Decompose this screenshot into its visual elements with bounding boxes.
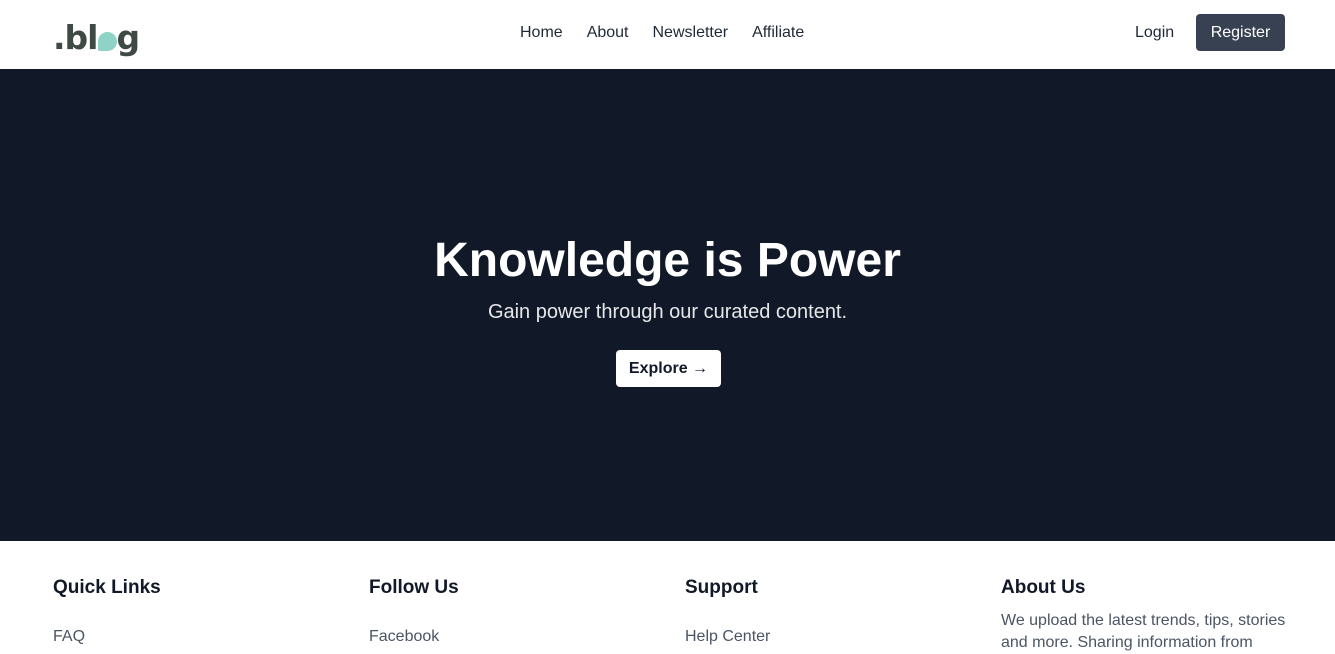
- footer-link-faq[interactable]: FAQ: [53, 626, 343, 648]
- about-us-title: About Us: [1001, 577, 1086, 598]
- support-title: Support: [685, 577, 758, 598]
- footer-quick-links: Quick Links FAQ: [53, 576, 343, 648]
- about-us-text: We upload the latest trends, tips, stori…: [1001, 612, 1286, 651]
- site-logo[interactable]: .bl g: [53, 10, 140, 57]
- hero-title: Knowledge is Power: [434, 234, 901, 287]
- hero-section: Knowledge is Power Gain power through ou…: [0, 69, 1335, 541]
- hero-subtitle: Gain power through our curated content.: [487, 301, 848, 323]
- logo-text-start: .bl: [53, 18, 98, 57]
- quick-links-title: Quick Links: [53, 577, 161, 598]
- login-link[interactable]: Login: [1135, 22, 1174, 44]
- logo-text-end: g: [116, 18, 140, 57]
- footer-link-facebook[interactable]: Facebook: [369, 626, 659, 648]
- footer-link-help-center[interactable]: Help Center: [685, 626, 975, 648]
- follow-us-title: Follow Us: [369, 577, 459, 598]
- footer-about-us: About Us We upload the latest trends, ti…: [1001, 576, 1291, 654]
- speech-bubble-icon: [98, 32, 118, 51]
- explore-button[interactable]: Explore →: [616, 350, 721, 387]
- nav-affiliate-link[interactable]: Affiliate: [752, 22, 804, 44]
- nav-about-link[interactable]: About: [587, 22, 629, 44]
- site-header: .bl g Home About Newsletter Affiliate Lo…: [0, 0, 1335, 69]
- footer-follow-us: Follow Us Facebook: [369, 576, 659, 648]
- main-nav: Home About Newsletter Affiliate: [520, 22, 804, 44]
- footer-support: Support Help Center: [685, 576, 975, 648]
- nav-home-link[interactable]: Home: [520, 22, 563, 44]
- site-footer: Quick Links FAQ Follow Us Facebook Suppo…: [0, 541, 1335, 651]
- register-button[interactable]: Register: [1196, 14, 1285, 51]
- nav-newsletter-link[interactable]: Newsletter: [653, 22, 729, 44]
